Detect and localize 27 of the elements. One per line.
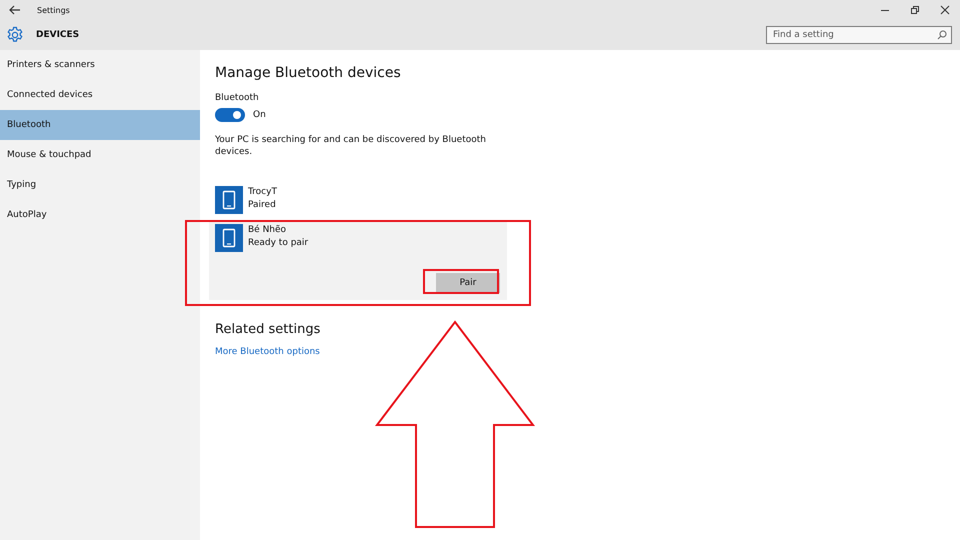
sidebar-item[interactable]: Typing: [0, 170, 200, 200]
device-status: Ready to pair: [248, 237, 308, 249]
toggle-label: Bluetooth: [215, 93, 260, 103]
device-item[interactable]: TrocyT Paired: [209, 184, 507, 217]
device-card[interactable]: Bé Nhẽo Ready to pair Pair: [209, 222, 507, 300]
toggle-switch[interactable]: [215, 108, 245, 122]
sidebar-item[interactable]: AutoPlay: [0, 200, 200, 230]
sidebar-item[interactable]: Bluetooth: [0, 110, 200, 140]
device-name: Bé Nhẽo: [248, 224, 288, 236]
sidebar-item[interactable]: Printers & scanners: [0, 50, 200, 80]
search-icon: [937, 30, 947, 40]
page-title: Manage Bluetooth devices: [215, 65, 402, 81]
phone-icon: [215, 186, 243, 214]
device-status: Paired: [248, 199, 277, 211]
bluetooth-options-link[interactable]: More Bluetooth options: [215, 347, 320, 357]
device-name: TrocyT: [248, 186, 277, 198]
description-text: Your PC is searching for and can be discovered by Bluetooth devices.: [215, 134, 487, 158]
toggle-state: On: [253, 110, 266, 120]
section-title: DEVICES: [36, 30, 80, 40]
section-heading: Related settings: [215, 322, 322, 337]
sidebar-item[interactable]: Connected devices: [0, 80, 200, 110]
gear-icon: [6, 26, 24, 44]
pair-button[interactable]: Pair: [436, 273, 500, 293]
phone-icon: [215, 224, 243, 252]
sidebar-item[interactable]: Mouse & touchpad: [0, 140, 200, 170]
window-title: Settings: [37, 6, 70, 14]
search-field[interactable]: Find a setting: [766, 26, 952, 44]
